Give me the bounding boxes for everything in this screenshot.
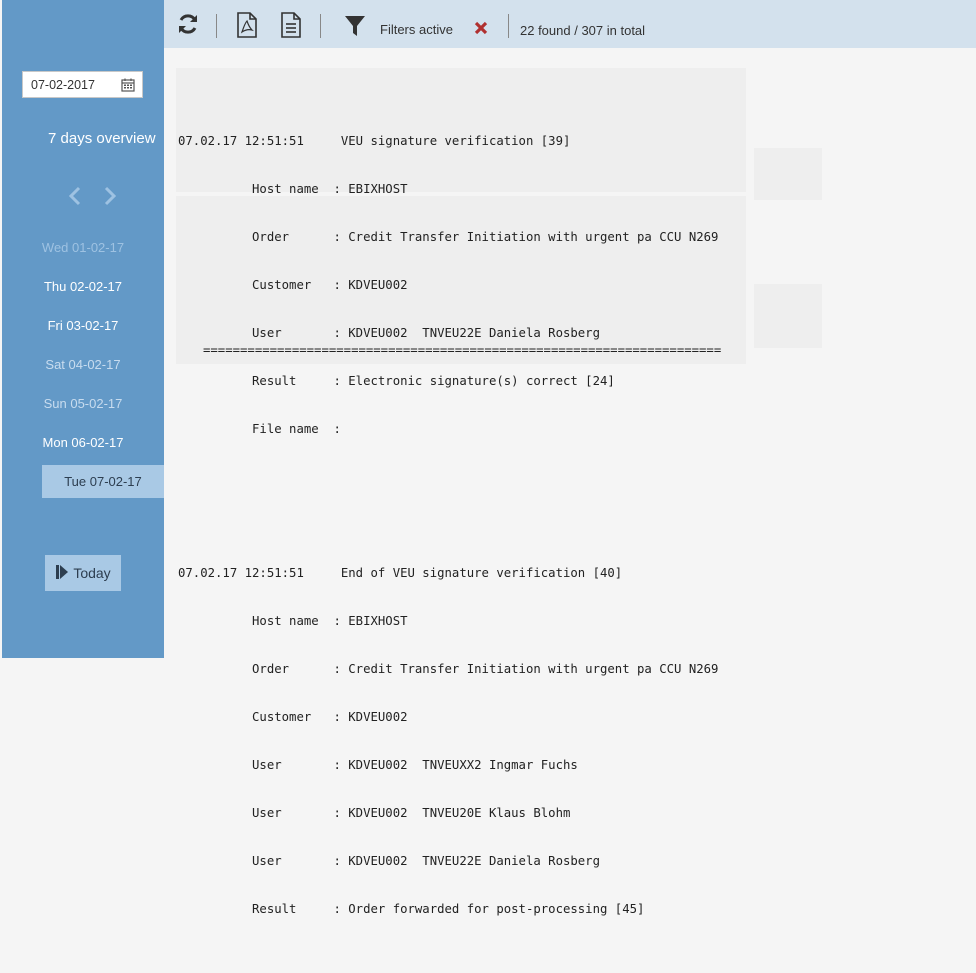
day-list: Wed 01-02-17 Thu 02-02-17 Fri 03-02-17 S… (2, 228, 164, 498)
chevron-left-icon[interactable] (66, 185, 86, 207)
day-item-wed[interactable]: Wed 01-02-17 (2, 228, 164, 267)
log-line: Order : Credit Transfer Initiation with … (178, 230, 719, 244)
log-entry-background (754, 284, 822, 348)
date-input[interactable]: 07-02-2017 (22, 71, 143, 98)
log-line: 07.02.17 12:51:51 End of VEU signature v… (178, 566, 623, 580)
log-line: Host name : EBIXHOST (178, 182, 408, 196)
toolbar: Filters active 22 found / 307 in total (164, 0, 976, 48)
log-line: User : KDVEU002 TNVEU20E Klaus Blohm (178, 806, 571, 820)
today-button[interactable]: Today (45, 555, 121, 591)
today-button-label: Today (73, 565, 111, 581)
overview-title-text: 7 days overview (48, 130, 156, 147)
log-line: Order : Credit Transfer Initiation with … (178, 662, 719, 676)
log-line: File name : (178, 422, 341, 436)
day-item-tue[interactable]: Tue 07-02-17 (42, 465, 164, 498)
document-icon[interactable] (280, 12, 302, 42)
close-icon[interactable] (474, 20, 488, 39)
log-entry-background (754, 148, 822, 200)
log-entry: 07.02.17 12:51:51 VEU signature verifica… (178, 101, 718, 469)
toolbar-divider (320, 14, 321, 38)
toolbar-divider (216, 14, 217, 38)
log-line: Customer : KDVEU002 (178, 278, 408, 292)
filters-active-label: Filters active (380, 22, 453, 37)
log-line: User : KDVEU002 TNVEUXX2 Ingmar Fuchs (178, 758, 578, 772)
log-line: Customer : KDVEU002 (178, 710, 408, 724)
day-item-fri[interactable]: Fri 03-02-17 (2, 306, 164, 345)
log-entry: 07.02.17 12:51:51 End of VEU signature v… (178, 533, 718, 949)
log-text: 07.02.17 12:51:51 VEU signature verifica… (178, 69, 718, 973)
day-item-sun[interactable]: Sun 05-02-17 (2, 384, 164, 423)
toolbar-divider (508, 14, 509, 38)
refresh-icon[interactable] (176, 12, 200, 40)
date-input-value[interactable]: 07-02-2017 (31, 78, 95, 92)
filter-icon[interactable] (344, 15, 366, 41)
sidebar: 07-02-2017 7 days overview Wed 01-02-17 … (2, 0, 164, 658)
log-line: Host name : EBIXHOST (178, 614, 408, 628)
log-line: User : KDVEU002 TNVEU22E Daniela Rosberg (178, 854, 600, 868)
result-count: 22 found / 307 in total (520, 23, 646, 38)
pdf-icon[interactable] (236, 12, 258, 42)
log-line: User : KDVEU002 TNVEU22E Daniela Rosberg (178, 326, 600, 340)
day-item-thu[interactable]: Thu 02-02-17 (2, 267, 164, 306)
log-line: 07.02.17 12:51:51 VEU signature verifica… (178, 134, 571, 148)
chevron-right-icon[interactable] (100, 185, 120, 207)
log-line: Result : Electronic signature(s) correct… (178, 374, 615, 388)
day-item-mon[interactable]: Mon 06-02-17 (2, 423, 164, 462)
log-line: Result : Order forwarded for post-proces… (178, 902, 645, 916)
log-separator: ========================================… (203, 343, 722, 357)
skip-to-end-icon (55, 564, 69, 583)
week-nav (66, 185, 120, 207)
day-item-sat[interactable]: Sat 04-02-17 (2, 345, 164, 384)
calendar-icon[interactable] (121, 78, 135, 95)
